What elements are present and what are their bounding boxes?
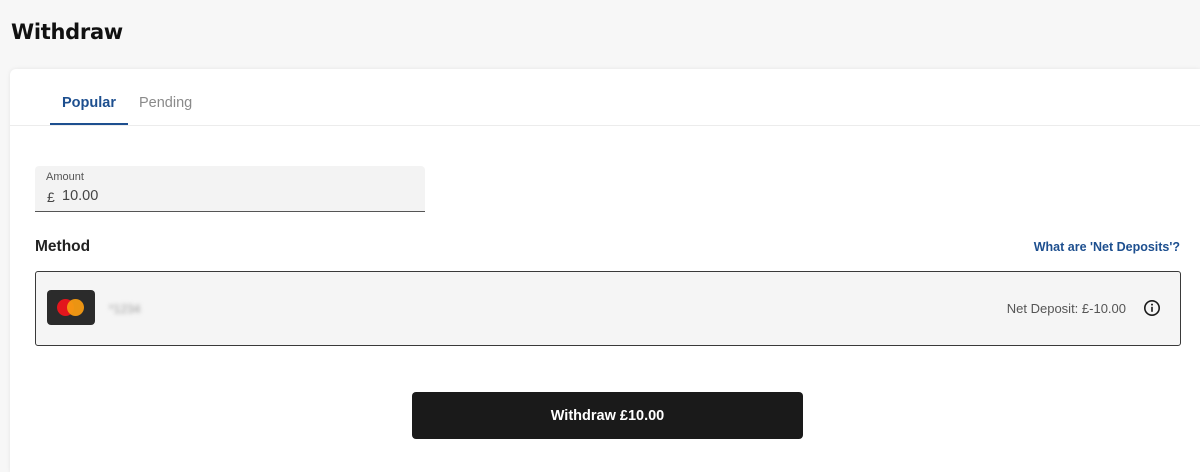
amount-field[interactable]: Amount £	[35, 166, 425, 212]
withdraw-button[interactable]: Withdraw £10.00	[412, 392, 803, 439]
currency-symbol: £	[47, 189, 55, 205]
amount-label: Amount	[46, 171, 84, 183]
masked-card-number: *1234	[109, 302, 141, 316]
tab-bar: Popular Pending	[10, 69, 1200, 126]
amount-input[interactable]	[62, 186, 402, 206]
tab-popular[interactable]: Popular	[62, 95, 116, 111]
mastercard-icon	[47, 290, 95, 325]
info-circle-icon[interactable]	[1143, 299, 1161, 317]
page-title: Withdraw	[11, 20, 123, 44]
net-deposits-help-link[interactable]: What are 'Net Deposits'?	[1034, 240, 1180, 254]
payment-method-option[interactable]: *1234 Net Deposit: £-10.00	[35, 271, 1181, 346]
tab-pending[interactable]: Pending	[139, 95, 192, 111]
mastercard-circle-orange	[67, 299, 84, 316]
net-deposit-value: Net Deposit: £-10.00	[1006, 301, 1126, 316]
withdraw-card: Popular Pending Amount £ Method What are…	[10, 69, 1200, 472]
active-tab-indicator	[50, 123, 128, 125]
method-heading: Method	[35, 238, 91, 255]
